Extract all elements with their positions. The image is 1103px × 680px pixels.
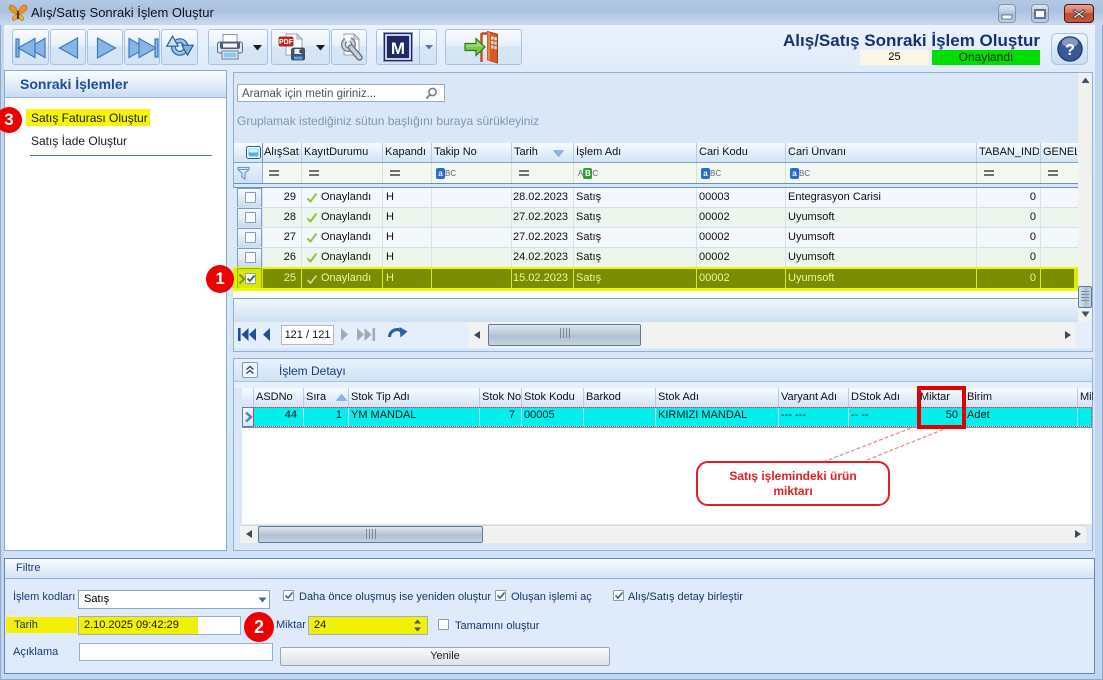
svg-text:PDF: PDF: [279, 39, 294, 46]
svg-text:M: M: [391, 39, 405, 58]
svg-text:?: ?: [1065, 42, 1075, 59]
